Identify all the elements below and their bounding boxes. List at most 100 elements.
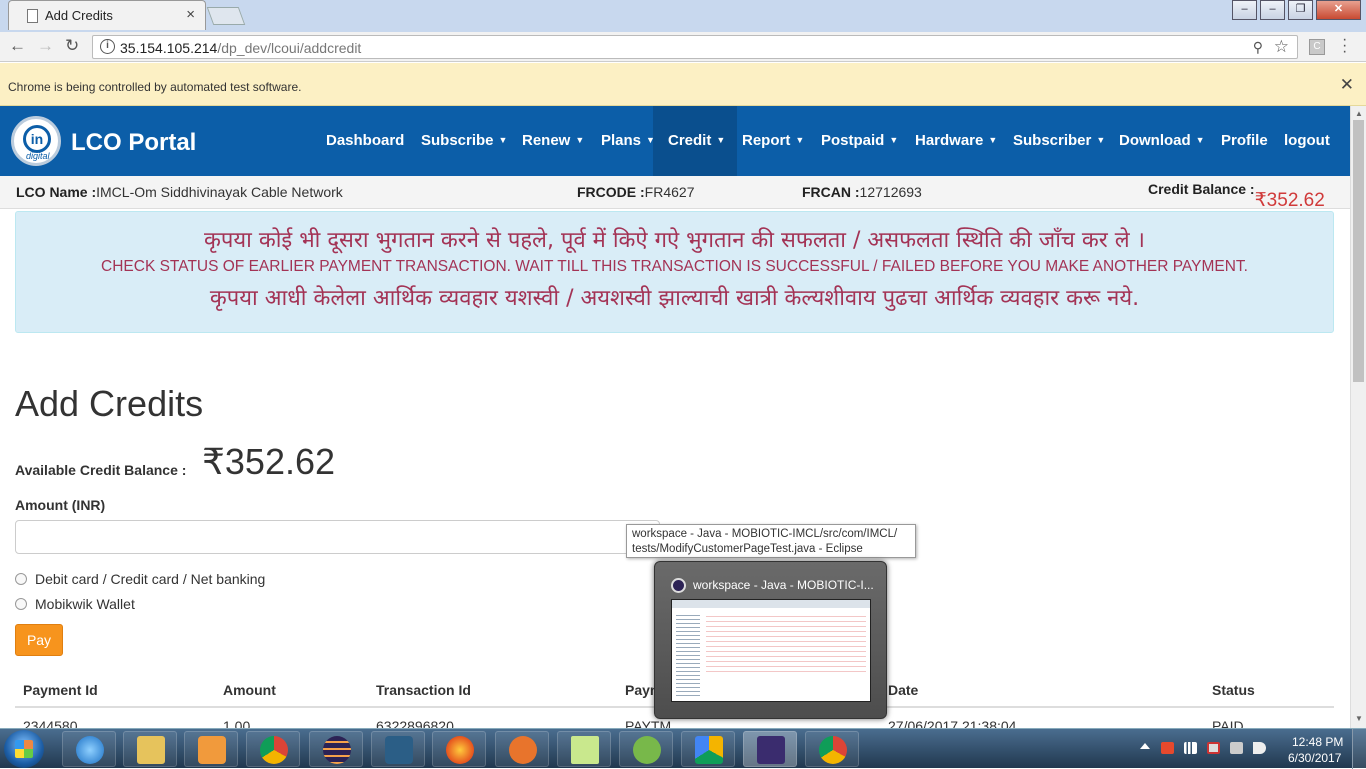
payment-warning-alert: कृपया कोई भी दूसरा भुगतान करने से पहले, … [15, 211, 1334, 333]
automation-infobar: Chrome is being controlled by automated … [0, 63, 1366, 106]
nav-download[interactable]: Download ▼ [1119, 106, 1205, 176]
nav-label: Subscribe [421, 132, 494, 149]
lco-name: LCO Name :IMCL-Om Siddhivinayak Cable Ne… [16, 184, 343, 200]
amount-label: Amount (INR) [15, 497, 106, 513]
start-button[interactable] [4, 730, 44, 768]
page-scrollbar[interactable]: ▲ ▼ [1350, 106, 1366, 728]
taskbar-media-player[interactable] [184, 731, 238, 767]
window-close-button[interactable]: ✕ [1316, 0, 1361, 20]
nav-renew[interactable]: Renew ▼ [522, 106, 584, 176]
url-text: 35.154.105.214/dp_dev/lcoui/addcredit [120, 40, 361, 56]
credit-balance: Credit Balance : ₹352.62 [1148, 181, 1325, 211]
radio-button[interactable] [15, 598, 27, 610]
java-ee-ide-icon [757, 736, 785, 764]
radio-button[interactable] [15, 573, 27, 585]
battery-icon[interactable] [1230, 742, 1243, 754]
nav-report[interactable]: Report ▼ [742, 106, 804, 176]
antivirus-icon[interactable] [1161, 742, 1174, 754]
internet-explorer-icon [76, 736, 104, 764]
thumbnail-toolbar [672, 600, 870, 608]
restore-button[interactable]: – [1260, 0, 1285, 20]
maximize-button[interactable]: ❐ [1288, 0, 1313, 20]
tool-icon [509, 736, 537, 764]
clock-time[interactable]: 12:48 PM [1292, 735, 1343, 749]
taskbar-internet-explorer[interactable] [62, 731, 116, 767]
clock-date[interactable]: 6/30/2017 [1288, 751, 1341, 765]
brand-name[interactable]: LCO Portal [71, 129, 196, 157]
page-icon [27, 9, 38, 23]
taskbar-java-ee-ide[interactable] [743, 731, 797, 767]
info-icon[interactable]: i [100, 39, 115, 54]
amount-input[interactable] [15, 520, 660, 554]
network-icon[interactable] [1207, 742, 1220, 754]
key-icon[interactable]: ⚲ [1253, 39, 1263, 56]
tooltip-line: workspace - Java - MOBIOTIC-IMCL/src/com… [632, 528, 898, 540]
infobar-message: Chrome is being controlled by automated … [8, 80, 302, 94]
menu-icon[interactable]: · · · [1342, 32, 1347, 60]
preview-thumbnail[interactable] [671, 599, 871, 702]
window-preview[interactable]: workspace - Java - MOBIOTIC-I... [654, 561, 887, 719]
taskbar-tooltip: workspace - Java - MOBIOTIC-IMCL/src/com… [626, 524, 916, 558]
url-path: /dp_dev/lcoui/addcredit [217, 40, 362, 56]
available-balance-label: Available Credit Balance : [15, 462, 187, 478]
nav-credit[interactable]: Credit ▼ [653, 106, 737, 176]
taskbar-mysql-workbench[interactable] [371, 731, 425, 767]
scroll-thumb[interactable] [1353, 120, 1364, 382]
taskbar-firefox[interactable] [432, 731, 486, 767]
taskbar-tool[interactable] [495, 731, 549, 767]
taskbar-file-explorer[interactable] [123, 731, 177, 767]
brand-logo[interactable]: in digital [11, 116, 61, 166]
taskbar-sticky-notes[interactable] [557, 731, 611, 767]
payment-option-mobikwik[interactable]: Mobikwik Wallet [15, 596, 135, 612]
col-status: Status [1212, 682, 1255, 698]
nav-subscribe[interactable]: Subscribe ▼ [421, 106, 507, 176]
show-desktop-button[interactable] [1352, 729, 1366, 769]
available-balance-value: ₹352.62 [202, 441, 336, 482]
pay-button[interactable]: Pay [15, 624, 63, 656]
nav-label: Download [1119, 132, 1191, 149]
taskbar-chrome[interactable] [246, 731, 300, 767]
show-hidden-icons[interactable] [1140, 743, 1150, 749]
browser-tab[interactable]: Add Credits × [8, 0, 206, 30]
nav-profile[interactable]: Profile [1221, 106, 1268, 176]
col-payment-id: Payment Id [23, 682, 98, 698]
payment-option-card[interactable]: Debit card / Credit card / Net banking [15, 571, 265, 587]
minimize-button[interactable]: – [1232, 0, 1257, 20]
tab-close-icon[interactable]: × [186, 6, 195, 23]
signal-icon[interactable] [1184, 742, 1197, 754]
taskbar-chrome-2[interactable] [805, 731, 859, 767]
taskbar-eclipse[interactable] [309, 731, 363, 767]
logo-mark: in [23, 125, 51, 153]
taskbar-utorrent[interactable] [619, 731, 673, 767]
back-icon[interactable]: ← [9, 36, 26, 56]
taskbar-google-drive[interactable] [681, 731, 735, 767]
extension-icon[interactable]: C [1309, 39, 1325, 55]
mysql-icon [385, 736, 413, 764]
bookmark-star-icon[interactable]: ☆ [1274, 37, 1289, 57]
infobar-close-icon[interactable]: ✕ [1340, 75, 1354, 95]
site-navbar: in digital LCO Portal Dashboard Subscrib… [0, 106, 1350, 176]
col-transaction-id: Transaction Id [376, 682, 471, 698]
reload-icon[interactable]: ↻ [65, 36, 79, 56]
nav-plans[interactable]: Plans ▼ [601, 106, 655, 176]
scroll-down-icon[interactable]: ▼ [1355, 714, 1363, 723]
frcan-value: 12712693 [859, 184, 922, 200]
nav-label: Report [742, 132, 791, 149]
nav-label: Dashboard [326, 132, 405, 149]
new-tab-button[interactable] [206, 7, 246, 25]
address-bar[interactable]: i 35.154.105.214/dp_dev/lcoui/addcredit … [92, 35, 1298, 59]
nav-postpaid[interactable]: Postpaid ▼ [821, 106, 898, 176]
windows-logo-icon [15, 740, 33, 758]
nav-logout[interactable]: logout [1284, 106, 1330, 176]
browser-toolbar: ← → ↻ i 35.154.105.214/dp_dev/lcoui/addc… [0, 32, 1366, 62]
tooltip-line: tests/ModifyCustomerPageTest.java - Ecli… [632, 543, 863, 555]
scroll-up-icon[interactable]: ▲ [1355, 109, 1363, 118]
nav-dashboard[interactable]: Dashboard [326, 106, 404, 176]
volume-icon[interactable] [1253, 742, 1266, 754]
forward-icon[interactable]: → [37, 36, 54, 56]
nav-hardware[interactable]: Hardware ▼ [915, 106, 997, 176]
nav-subscriber[interactable]: Subscriber ▼ [1013, 106, 1105, 176]
credit-balance-value: ₹352.62 [1254, 190, 1325, 211]
url-host: 35.154.105.214 [120, 40, 218, 56]
sticky-notes-icon [571, 736, 599, 764]
